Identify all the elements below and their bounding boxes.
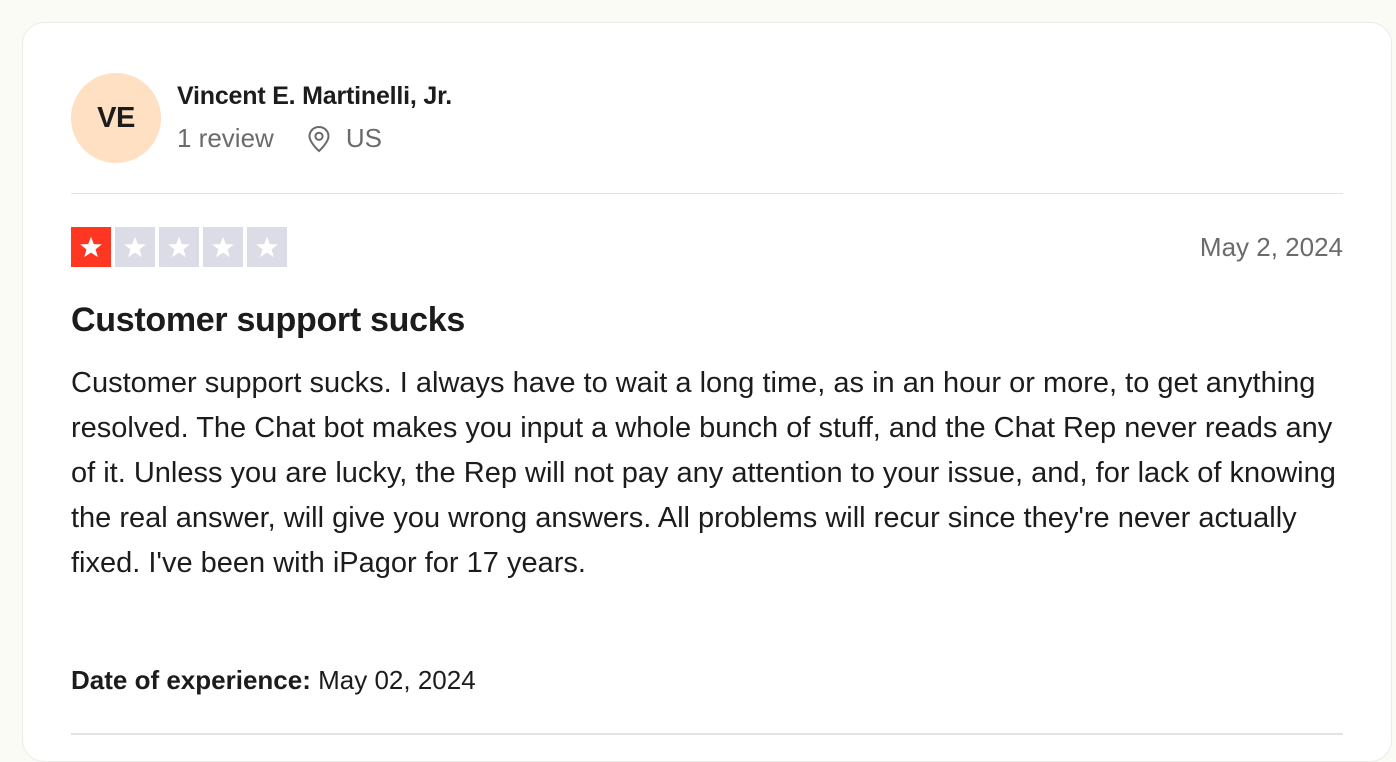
star-filled-icon <box>71 227 111 267</box>
star-rating <box>71 227 287 267</box>
review-count: 1 review <box>177 123 274 153</box>
reviewer-country: US <box>345 123 382 153</box>
location-pin-icon <box>306 125 332 153</box>
star-empty-icon <box>203 227 243 267</box>
star-empty-icon <box>247 227 287 267</box>
star-empty-icon <box>115 227 155 267</box>
review-body: Customer support sucks. I always have to… <box>71 367 1336 579</box>
date-of-experience: Date of experience: May 02, 2024 <box>71 665 476 696</box>
experience-date: May 02, 2024 <box>318 665 476 695</box>
header-divider <box>71 193 1343 194</box>
reviewer-header: VE Vincent E. Martinelli, Jr. 1 review U… <box>71 73 452 163</box>
review-title[interactable]: Customer support sucks <box>71 301 465 340</box>
star-empty-icon <box>159 227 199 267</box>
reviewer-name[interactable]: Vincent E. Martinelli, Jr. <box>177 82 452 111</box>
experience-label: Date of experience: <box>71 665 311 695</box>
review-date: May 2, 2024 <box>1199 231 1343 262</box>
reviewer-info: Vincent E. Martinelli, Jr. 1 review US <box>177 82 452 154</box>
review-card: VE Vincent E. Martinelli, Jr. 1 review U… <box>22 22 1392 762</box>
footer-divider <box>71 733 1343 735</box>
rating-row: May 2, 2024 <box>71 227 1343 267</box>
reviewer-meta: 1 review US <box>177 123 452 154</box>
avatar[interactable]: VE <box>71 73 161 163</box>
